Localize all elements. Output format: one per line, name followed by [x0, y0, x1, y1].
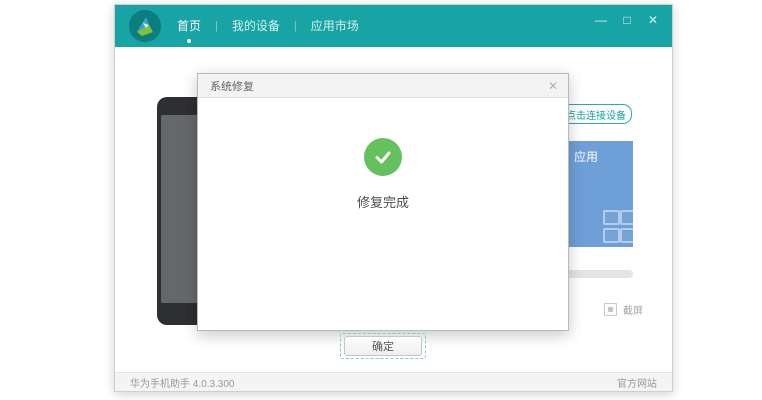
screenshot-checkbox[interactable] [604, 303, 617, 316]
nav-tab-home[interactable]: 首页 [171, 5, 207, 47]
dialog-title-bar: 系统修复 ✕ [198, 74, 568, 98]
app-grid-icon [603, 210, 633, 243]
nav-separator: | [207, 20, 226, 32]
repair-status-text: 修复完成 [198, 192, 568, 211]
dialog-title: 系统修复 [210, 78, 254, 94]
system-repair-dialog: 系统修复 ✕ 修复完成 确定 [197, 73, 569, 331]
status-bar: 华为手机助手 4.0.3.300 官方网站 [115, 372, 672, 391]
title-bar: 首页 | 我的设备 | 应用市场 — □ ✕ [115, 5, 672, 47]
apps-panel-label: 应用 [574, 148, 598, 165]
dialog-body: 修复完成 确定 [198, 138, 568, 370]
nav-separator: | [286, 20, 305, 32]
app-version-text: 华为手机助手 4.0.3.300 [130, 375, 234, 390]
connect-device-button[interactable]: 点击连接设备 [560, 104, 632, 124]
nav-tab-my-devices[interactable]: 我的设备 [226, 5, 286, 47]
apps-panel[interactable]: 应用 [566, 141, 633, 247]
nav-tab-app-market[interactable]: 应用市场 [305, 5, 365, 47]
maximize-icon[interactable]: □ [620, 13, 634, 27]
dialog-close-icon[interactable]: ✕ [548, 79, 558, 93]
hisuite-window: 首页 | 我的设备 | 应用市场 — □ ✕ 点击连接设备 应用 截屏 [114, 4, 673, 392]
footer-link[interactable]: 官方网站 [617, 375, 657, 390]
window-controls: — □ ✕ [594, 13, 660, 27]
screenshot-option: 截屏 [604, 302, 643, 317]
app-logo-icon [129, 10, 161, 42]
success-check-icon [364, 138, 402, 176]
screenshot-label: 截屏 [623, 302, 643, 317]
close-icon[interactable]: ✕ [646, 13, 660, 27]
minimize-icon[interactable]: — [594, 13, 608, 27]
ok-button-focus-ring: 确定 [340, 333, 426, 359]
ok-button[interactable]: 确定 [344, 336, 422, 356]
main-nav: 首页 | 我的设备 | 应用市场 [171, 5, 365, 47]
camera-icon [608, 307, 613, 312]
